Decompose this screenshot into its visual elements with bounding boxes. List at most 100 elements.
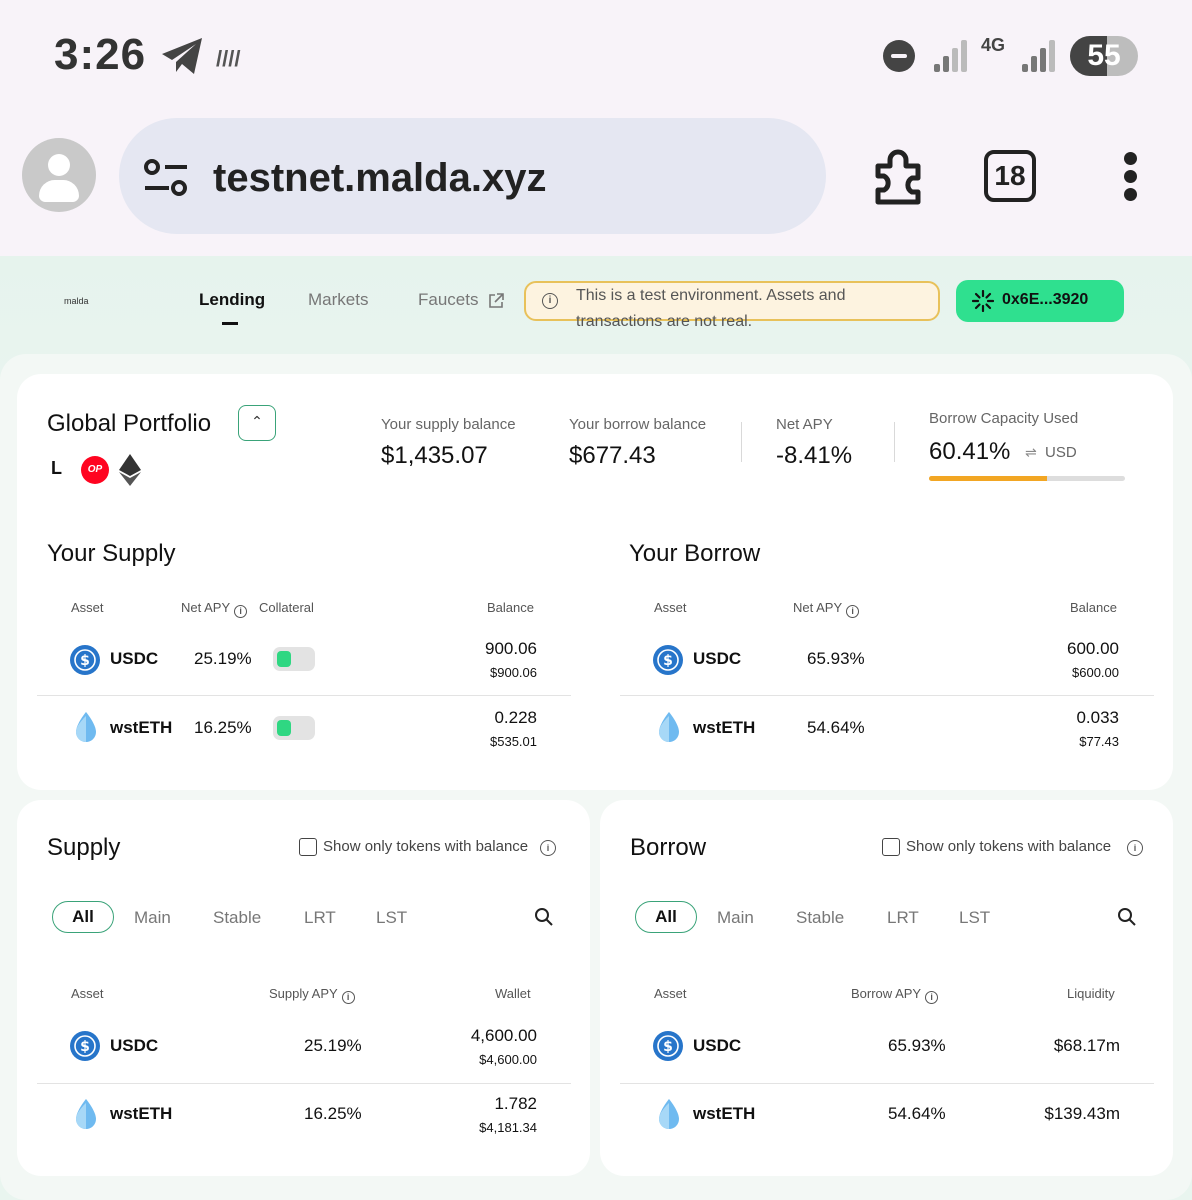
test-environment-notice: i This is a test environment. Assets and… bbox=[524, 281, 940, 330]
header-asset: Asset bbox=[654, 600, 687, 615]
header-net-apy: Net APY i bbox=[793, 600, 860, 618]
info-icon[interactable]: i bbox=[925, 991, 939, 1004]
info-icon[interactable]: i bbox=[540, 840, 556, 856]
borrow-title: Borrow bbox=[630, 834, 707, 861]
header-liquidity: Liquidity bbox=[1067, 986, 1115, 1001]
url-text[interactable]: testnet.malda.xyz bbox=[213, 156, 546, 201]
filter-lst[interactable]: LST bbox=[376, 908, 407, 928]
filter-lst[interactable]: LST bbox=[959, 908, 990, 928]
header-wallet: Wallet bbox=[495, 986, 531, 1001]
loading-spinner-icon bbox=[972, 290, 994, 312]
collateral-toggle[interactable] bbox=[273, 647, 315, 671]
borrow-balance-label: Your borrow balance bbox=[569, 416, 707, 433]
wallet-amount: 1.782 bbox=[494, 1094, 537, 1113]
search-icon[interactable] bbox=[1117, 907, 1137, 927]
asset-name: USDC bbox=[693, 649, 742, 668]
extensions-icon[interactable] bbox=[870, 146, 932, 206]
info-icon[interactable]: i bbox=[846, 605, 860, 618]
balance-filter-label[interactable]: Show only tokens with balance bbox=[323, 838, 528, 855]
info-icon[interactable]: i bbox=[1127, 840, 1143, 856]
svg-text:$: $ bbox=[80, 653, 90, 669]
wsteth-icon bbox=[76, 712, 96, 742]
asset-apy: 25.19% bbox=[304, 1036, 362, 1055]
your-borrow-title: Your Borrow bbox=[629, 540, 761, 567]
asset-name[interactable]: wstETH bbox=[110, 1104, 172, 1124]
asset-name[interactable]: USDC bbox=[693, 1036, 741, 1056]
more-menu-icon[interactable] bbox=[1124, 152, 1138, 206]
asset-name: wstETH bbox=[110, 718, 173, 737]
net-apy-value: -8.41% bbox=[776, 442, 853, 469]
search-icon[interactable] bbox=[534, 907, 554, 927]
filter-stable[interactable]: Stable bbox=[796, 908, 844, 928]
usdc-icon: $ bbox=[653, 1031, 683, 1061]
filter-all[interactable]: All bbox=[52, 901, 114, 933]
wallet-button[interactable]: 0x6E...3920 bbox=[956, 280, 1124, 322]
svg-text:$: $ bbox=[663, 653, 673, 669]
asset-name: USDC bbox=[110, 649, 159, 668]
header-asset: Asset bbox=[71, 600, 104, 615]
address-bar[interactable]: testnet.malda.xyz bbox=[119, 118, 826, 234]
row-divider bbox=[620, 1083, 1154, 1084]
asset-apy: 16.25% bbox=[194, 718, 252, 737]
asset-name[interactable]: USDC bbox=[110, 1036, 158, 1056]
balance-usd: $900.06 bbox=[490, 665, 537, 680]
wsteth-icon bbox=[76, 1099, 96, 1129]
header-borrow-apy-text: Borrow APY bbox=[851, 986, 922, 1001]
malda-logo[interactable]: malda bbox=[64, 296, 89, 306]
signal-icon-2 bbox=[1022, 38, 1055, 72]
filter-all[interactable]: All bbox=[635, 901, 697, 933]
borrow-capacity-bar bbox=[929, 476, 1125, 481]
filter-stable[interactable]: Stable bbox=[213, 908, 261, 928]
header-borrow-apy: Borrow APY i bbox=[851, 986, 939, 1004]
nav-lending[interactable]: Lending bbox=[199, 290, 265, 310]
svg-text:$: $ bbox=[80, 1039, 90, 1055]
telegram-icon bbox=[162, 38, 202, 74]
info-icon: i bbox=[542, 293, 558, 309]
signal-icon bbox=[934, 38, 967, 72]
collapse-toggle-button[interactable]: ⌃ bbox=[238, 405, 276, 441]
filter-main[interactable]: Main bbox=[134, 908, 171, 928]
balance-filter-checkbox[interactable] bbox=[882, 838, 900, 856]
tab-switcher-button[interactable]: 18 bbox=[984, 150, 1036, 202]
network-type-label: 4G bbox=[980, 35, 1005, 55]
header-supply-apy-text: Supply APY bbox=[269, 986, 338, 1001]
row-divider bbox=[620, 695, 1154, 696]
do-not-disturb-icon bbox=[883, 40, 915, 72]
info-icon[interactable]: i bbox=[341, 991, 355, 1004]
portfolio-title: Global Portfolio bbox=[47, 410, 212, 437]
divider bbox=[741, 422, 742, 462]
external-link-icon[interactable] bbox=[487, 292, 505, 310]
wsteth-icon bbox=[659, 712, 679, 742]
linea-chain-icon: L bbox=[51, 458, 62, 478]
site-settings-icon[interactable] bbox=[143, 158, 189, 198]
nav-markets[interactable]: Markets bbox=[308, 290, 368, 310]
row-divider bbox=[37, 1083, 571, 1084]
avatar-body bbox=[39, 180, 79, 202]
divider bbox=[894, 422, 895, 462]
balance-usd: $535.01 bbox=[490, 734, 537, 749]
currency-swap-icon[interactable]: ⇌ bbox=[1025, 444, 1037, 461]
net-apy-label: Net APY bbox=[776, 416, 833, 433]
wallet-usd: $4,181.34 bbox=[479, 1120, 537, 1135]
currency-unit[interactable]: USD bbox=[1045, 444, 1077, 461]
filter-lrt[interactable]: LRT bbox=[887, 908, 919, 928]
header-net-apy-text: Net APY bbox=[181, 600, 231, 615]
browser-toolbar: testnet.malda.xyz 18 bbox=[0, 110, 1192, 256]
collateral-toggle[interactable] bbox=[273, 716, 315, 740]
filter-lrt[interactable]: LRT bbox=[304, 908, 336, 928]
filter-main[interactable]: Main bbox=[717, 908, 754, 928]
header-net-apy: Net APY i bbox=[181, 600, 248, 618]
asset-apy: 54.64% bbox=[807, 718, 865, 737]
supply-title: Supply bbox=[47, 834, 121, 861]
usdc-icon: $ bbox=[653, 645, 683, 675]
asset-apy: 54.64% bbox=[888, 1104, 946, 1123]
asset-name[interactable]: wstETH bbox=[693, 1104, 755, 1124]
balance-filter-checkbox[interactable] bbox=[299, 838, 317, 856]
nav-faucets[interactable]: Faucets bbox=[418, 290, 478, 310]
borrow-market-card: Borrow Show only tokens with balance i A… bbox=[600, 800, 1173, 1176]
svg-text:$: $ bbox=[663, 1039, 673, 1055]
profile-avatar[interactable] bbox=[22, 138, 96, 212]
balance-filter-label[interactable]: Show only tokens with balance bbox=[906, 838, 1111, 855]
info-icon[interactable]: i bbox=[234, 605, 248, 618]
balance-amount: 0.228 bbox=[494, 708, 537, 727]
